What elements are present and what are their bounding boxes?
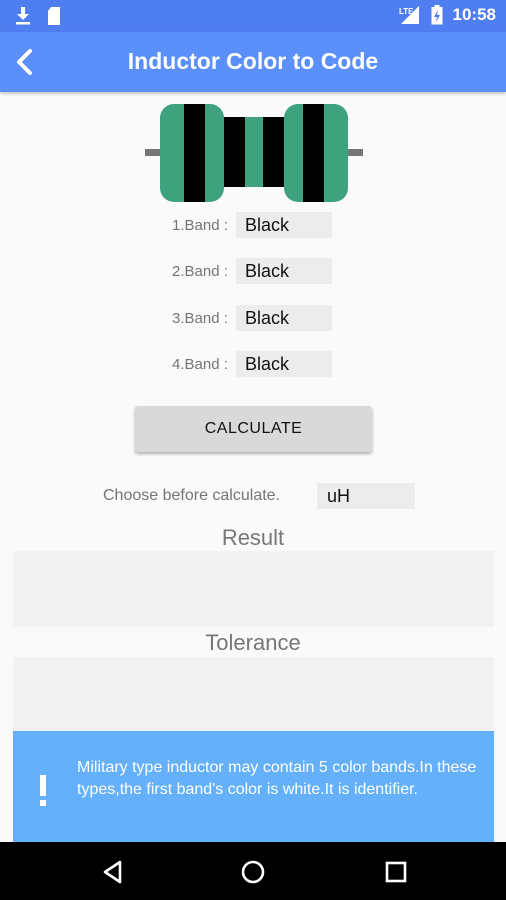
- info-banner: Military type inductor may contain 5 col…: [13, 731, 494, 842]
- status-left-icons: [14, 6, 62, 26]
- band-row-2: 2.Band : Black: [172, 258, 332, 284]
- calculate-button[interactable]: CALCULATE: [135, 406, 372, 452]
- recents-square-icon[interactable]: [382, 858, 410, 886]
- band-2-select[interactable]: Black: [236, 258, 332, 284]
- band-label: 1.Band :: [172, 216, 228, 234]
- band-4-select[interactable]: Black: [236, 351, 332, 377]
- band-3-select[interactable]: Black: [236, 305, 332, 331]
- status-bar: LTE 10:58: [0, 0, 506, 32]
- battery-icon: [431, 5, 443, 25]
- status-time: 10:58: [452, 5, 496, 24]
- network-type-label: LTE: [399, 7, 414, 16]
- band-label: 2.Band :: [172, 262, 228, 280]
- tolerance-output: [13, 657, 494, 731]
- band-row-1: 1.Band : Black: [172, 212, 332, 238]
- band-label: 4.Band :: [172, 355, 228, 373]
- result-output: [13, 551, 494, 627]
- unit-select[interactable]: uH: [317, 483, 415, 509]
- tolerance-title: Tolerance: [205, 630, 301, 655]
- band-label: 3.Band :: [172, 309, 228, 327]
- status-right-icons: LTE 10:58: [399, 5, 496, 25]
- band-1-select[interactable]: Black: [236, 212, 332, 238]
- band-row-4: 4.Band : Black: [172, 351, 332, 377]
- info-text: Military type inductor may contain 5 col…: [77, 759, 477, 798]
- page-title: Inductor Color to Code: [127, 48, 379, 74]
- signal-icon: LTE: [399, 6, 419, 24]
- unit-label: Choose before calculate.: [103, 487, 280, 504]
- download-icon: [16, 7, 30, 25]
- home-circle-icon[interactable]: [239, 858, 267, 886]
- sd-card-icon: [48, 7, 60, 25]
- inductor-band-4: [303, 104, 324, 202]
- inductor-image: [145, 104, 363, 202]
- result-title: Result: [221, 525, 285, 550]
- back-triangle-icon[interactable]: [99, 858, 127, 886]
- inductor-band-1: [184, 104, 205, 202]
- inductor-band-3: [263, 117, 284, 187]
- inductor-band-2: [224, 117, 245, 187]
- band-row-3: 3.Band : Black: [172, 305, 332, 331]
- navigation-bar: [0, 842, 506, 900]
- app-bar: Inductor Color to Code: [0, 32, 506, 92]
- exclamation-icon: [40, 775, 46, 806]
